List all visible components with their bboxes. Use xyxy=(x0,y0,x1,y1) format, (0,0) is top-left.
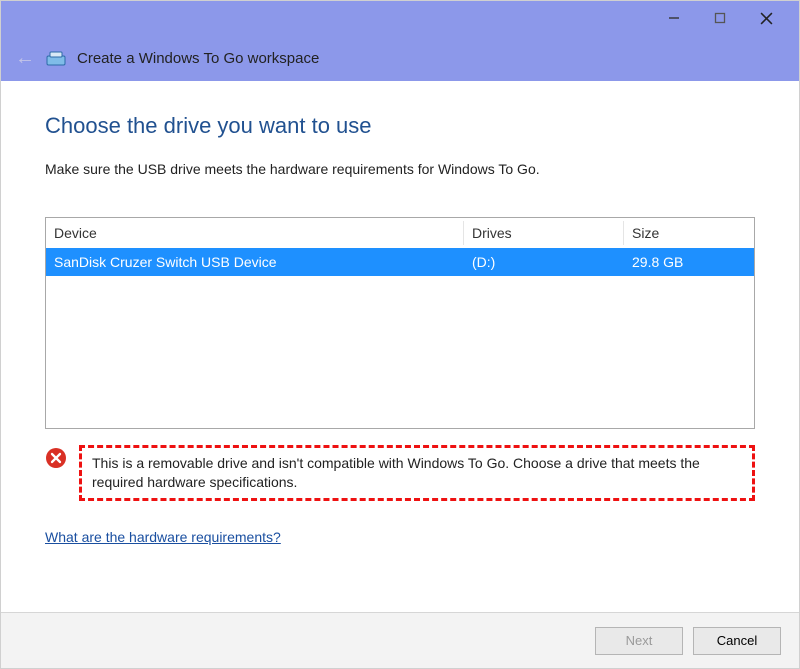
content-area: Choose the drive you want to use Make su… xyxy=(1,81,799,612)
cell-size: 29.8 GB xyxy=(624,251,754,273)
cancel-button[interactable]: Cancel xyxy=(693,627,781,655)
column-header-device[interactable]: Device xyxy=(46,221,464,245)
wizard-title: Create a Windows To Go workspace xyxy=(77,50,319,67)
error-message-row: This is a removable drive and isn't comp… xyxy=(45,445,755,501)
next-button[interactable]: Next xyxy=(595,627,683,655)
page-instruction: Make sure the USB drive meets the hardwa… xyxy=(45,161,755,177)
close-button[interactable] xyxy=(743,3,789,33)
cell-drives: (D:) xyxy=(464,251,624,273)
wizard-window: ← Create a Windows To Go workspace Choos… xyxy=(0,0,800,669)
wizard-footer: Next Cancel xyxy=(1,612,799,668)
windows-to-go-icon xyxy=(45,47,67,69)
wizard-header: ← Create a Windows To Go workspace xyxy=(1,35,799,81)
error-message-text: This is a removable drive and isn't comp… xyxy=(79,445,755,501)
cell-device: SanDisk Cruzer Switch USB Device xyxy=(46,251,464,273)
back-arrow-icon: ← xyxy=(15,47,35,70)
page-heading: Choose the drive you want to use xyxy=(45,113,755,139)
drive-table: Device Drives Size SanDisk Cruzer Switch… xyxy=(45,217,755,429)
maximize-button[interactable] xyxy=(697,3,743,33)
titlebar xyxy=(1,1,799,35)
table-header-row: Device Drives Size xyxy=(46,218,754,248)
table-row[interactable]: SanDisk Cruzer Switch USB Device (D:) 29… xyxy=(46,248,754,276)
column-header-size[interactable]: Size xyxy=(624,221,754,245)
column-header-drives[interactable]: Drives xyxy=(464,221,624,245)
error-icon xyxy=(45,447,67,469)
minimize-button[interactable] xyxy=(651,3,697,33)
hardware-requirements-link[interactable]: What are the hardware requirements? xyxy=(45,529,281,545)
